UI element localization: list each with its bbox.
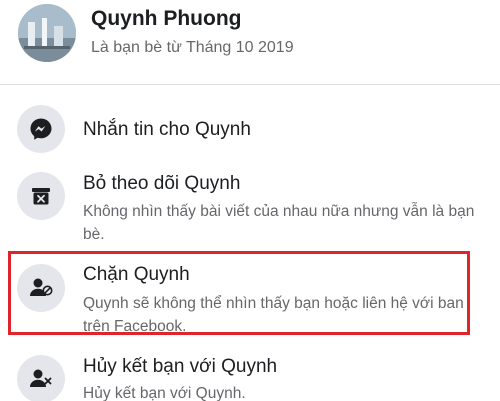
profile-header[interactable]: Quynh Phuong Là bạn bè từ Tháng 10 2019 bbox=[0, 0, 500, 82]
messenger-icon bbox=[30, 118, 52, 140]
unfollow-option-description: Không nhìn thấy bài viết của nhau nữa nh… bbox=[83, 203, 475, 243]
message-option-title: Nhắn tin cho Quynh bbox=[83, 119, 251, 140]
messenger-icon-circle bbox=[17, 105, 65, 153]
avatar[interactable] bbox=[18, 4, 76, 62]
unfollow-icon-circle bbox=[17, 172, 65, 220]
unfriend-option-title: Hủy kết bạn với Quynh bbox=[83, 356, 278, 377]
block-option[interactable]: Chặn Quynh Quynh sẽ không thể nhìn thấy … bbox=[0, 258, 500, 335]
avatar-photo bbox=[18, 4, 76, 62]
unfollow-icon bbox=[32, 188, 50, 205]
unfriend-option[interactable]: Hủy kết bạn với Quynh Hủy kết bạn với Qu… bbox=[0, 350, 500, 401]
unfriend-icon bbox=[30, 369, 52, 387]
friend-options-sheet: Quynh Phuong Là bạn bè từ Tháng 10 2019 … bbox=[0, 0, 500, 401]
friends-since-text: Là bạn bè từ Tháng 10 2019 bbox=[91, 39, 294, 56]
unfriend-option-description: Hủy kết bạn với Quynh. bbox=[83, 385, 246, 401]
block-option-title: Chặn Quynh bbox=[83, 264, 190, 285]
divider bbox=[0, 84, 500, 85]
block-user-icon bbox=[30, 278, 53, 296]
unfollow-option-title: Bỏ theo dõi Quynh bbox=[83, 173, 241, 194]
unfollow-option[interactable]: Bỏ theo dõi Quynh Không nhìn thấy bài vi… bbox=[0, 166, 500, 244]
block-icon-circle bbox=[17, 264, 65, 312]
unfriend-icon-circle bbox=[17, 355, 65, 401]
profile-name: Quynh Phuong bbox=[91, 7, 242, 30]
block-option-description: Quynh sẽ không thể nhìn thấy bạn hoặc li… bbox=[83, 295, 464, 335]
message-option[interactable]: Nhắn tin cho Quynh bbox=[0, 104, 500, 154]
